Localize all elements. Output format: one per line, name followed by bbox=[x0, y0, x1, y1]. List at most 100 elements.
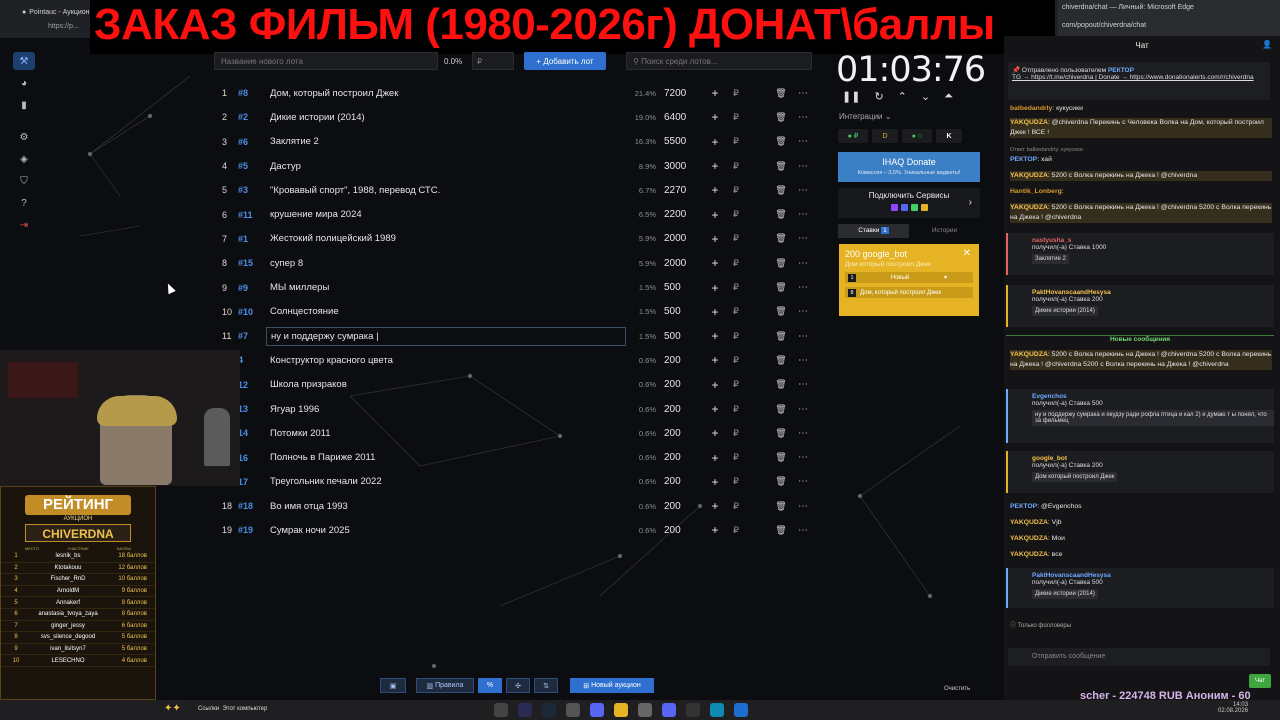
lot-name[interactable]: Школа призраков bbox=[270, 379, 626, 390]
lot-amount[interactable]: 500 bbox=[656, 306, 696, 317]
computer-label[interactable]: Этот компьютер bbox=[222, 706, 267, 712]
delete-icon[interactable]: 🗑 bbox=[770, 404, 792, 415]
lot-row[interactable]: 12 Школа призраков 0.6% 200 + ₽ 🗑 ⋯ bbox=[214, 373, 826, 397]
ruble-icon[interactable]: ₽ bbox=[726, 501, 746, 512]
lot-name[interactable]: крушение мира 2024 bbox=[270, 209, 626, 220]
lot-name[interactable]: Треугольник печали 2022 bbox=[270, 476, 626, 487]
more-icon[interactable]: ⋯ bbox=[792, 404, 814, 415]
ruble-icon[interactable]: ₽ bbox=[726, 306, 746, 317]
delete-icon[interactable]: 🗑 bbox=[770, 185, 792, 196]
chat-user[interactable]: YAKQUDZA bbox=[1010, 535, 1048, 542]
add-amount-icon[interactable]: + bbox=[704, 135, 726, 149]
lot-name[interactable]: Дом, который построил Джек bbox=[270, 88, 626, 99]
lot-name[interactable]: Во имя отца 1993 bbox=[270, 501, 626, 512]
wheel-icon[interactable]: ◕ bbox=[13, 74, 35, 92]
lot-name[interactable]: Потомки 2011 bbox=[270, 428, 626, 439]
ruble-icon[interactable]: ₽ bbox=[726, 331, 746, 342]
lot-name[interactable]: Дикие истории (2014) bbox=[270, 112, 626, 123]
new-lot-amount-input[interactable]: ₽ bbox=[472, 52, 514, 70]
chat-user[interactable]: YAKQUDZA bbox=[1010, 204, 1048, 211]
more-icon[interactable]: ⋯ bbox=[792, 525, 814, 536]
taskbar-clock[interactable]: 14:03 02.08.2026 bbox=[1218, 702, 1248, 714]
delete-icon[interactable]: 🗑 bbox=[770, 233, 792, 244]
lot-amount[interactable]: 5500 bbox=[656, 136, 696, 147]
task-view-icon[interactable] bbox=[494, 703, 508, 717]
chat-user[interactable]: balbedandrly bbox=[1010, 105, 1052, 112]
add-amount-icon[interactable]: + bbox=[704, 159, 726, 173]
add-amount-icon[interactable]: + bbox=[704, 208, 726, 222]
add-amount-icon[interactable]: + bbox=[704, 499, 726, 513]
ruble-icon[interactable]: ₽ bbox=[726, 525, 746, 536]
lot-name[interactable]: Жестокий полицейский 1989 bbox=[270, 233, 626, 244]
lot-row[interactable]: 7 #1 Жестокий полицейский 1989 5.9% 2000 + ₽ 🗑 ⋯ bbox=[214, 227, 826, 251]
chat-user[interactable]: YAKQUDZA bbox=[1010, 551, 1048, 558]
auction-icon[interactable]: ⚒ bbox=[13, 52, 35, 70]
lot-amount[interactable]: 200 bbox=[656, 501, 696, 512]
obs-icon[interactable] bbox=[686, 703, 700, 717]
ruble-icon[interactable]: ₽ bbox=[726, 233, 746, 244]
event-user[interactable]: Evgenchos bbox=[1032, 393, 1067, 400]
clear-button[interactable]: Очистить bbox=[944, 686, 970, 692]
lot-row[interactable]: 4 Конструктор красного цвета 0.6% 200 + ₽ 🗑 ⋯ bbox=[214, 348, 826, 372]
lot-row[interactable]: 1 #8 Дом, который построил Джек 21.4% 7200 + ₽… bbox=[214, 81, 826, 105]
lot-row[interactable]: 18 #18 Во имя отца 1993 0.6% 200 + ₽ 🗑 ⋯ bbox=[214, 494, 826, 518]
more-icon[interactable]: ⋯ bbox=[792, 209, 814, 220]
tab-history[interactable]: Истории bbox=[909, 224, 980, 238]
connect-services-button[interactable]: Подключить Сервисы › bbox=[838, 188, 980, 218]
more-icon[interactable]: ⋯ bbox=[792, 136, 814, 147]
add-amount-icon[interactable]: + bbox=[704, 183, 726, 197]
chat-user[interactable]: Hantik_Lonberg bbox=[1010, 188, 1062, 195]
lot-name[interactable]: Конструктор красного цвета bbox=[270, 355, 626, 366]
percent-icon[interactable]: % bbox=[478, 678, 502, 693]
lot-amount[interactable]: 200 bbox=[656, 404, 696, 415]
lot-search-input[interactable]: ⚲ Поиск среди лотов... bbox=[626, 52, 812, 70]
add-amount-icon[interactable]: + bbox=[704, 475, 726, 489]
more-icon[interactable]: ⋯ bbox=[792, 185, 814, 196]
new-lot-name-input[interactable]: Название нового лота bbox=[214, 52, 438, 70]
edge-dev-icon[interactable] bbox=[734, 703, 748, 717]
add-amount-icon[interactable]: + bbox=[704, 110, 726, 124]
lot-amount[interactable]: 500 bbox=[656, 282, 696, 293]
add-amount-icon[interactable]: + bbox=[704, 86, 726, 100]
streamelements-toggle[interactable]: ● ○ bbox=[902, 129, 932, 143]
sort-icon[interactable]: ⇅ bbox=[534, 678, 558, 693]
lot-row[interactable]: 13 Ягуар 1996 0.6% 200 + ₽ 🗑 ⋯ bbox=[214, 397, 826, 421]
delete-icon[interactable]: 🗑 bbox=[770, 161, 792, 172]
more-icon[interactable]: ⋯ bbox=[792, 428, 814, 439]
lot-row[interactable]: 14 Потомки 2011 0.6% 200 + ₽ 🗑 ⋯ bbox=[214, 421, 826, 445]
links-label[interactable]: Ссылки bbox=[198, 706, 219, 712]
add-amount-icon[interactable]: + bbox=[704, 256, 726, 270]
lot-amount[interactable]: 3000 bbox=[656, 161, 696, 172]
delete-icon[interactable]: 🗑 bbox=[770, 476, 792, 487]
bet-card[interactable]: 200 google_bot Дом который построил Джек… bbox=[839, 244, 979, 316]
pause-icon[interactable]: ❚❚ bbox=[842, 90, 860, 106]
delete-icon[interactable]: 🗑 bbox=[770, 331, 792, 342]
pinned-text[interactable]: TG → https://t.me/chiverdna | Donate → h… bbox=[1012, 74, 1254, 81]
more-icon[interactable]: ⋯ bbox=[792, 306, 814, 317]
lot-row[interactable]: 19 #19 Сумрак ночи 2025 0.6% 200 + ₽ 🗑 ⋯ bbox=[214, 518, 826, 542]
users-icon[interactable]: 👤 bbox=[1262, 40, 1272, 49]
lot-row[interactable]: 11 #7 ну и поддержу сумрака | 1.5% 500 + ₽ 🗑 ⋯ bbox=[214, 324, 826, 348]
delete-icon[interactable]: 🗑 bbox=[770, 306, 792, 317]
event-user[interactable]: PaktHovanscaandHesysa bbox=[1032, 572, 1111, 579]
lot-name[interactable]: Ягуар 1996 bbox=[270, 404, 626, 415]
lot-amount[interactable]: 200 bbox=[656, 355, 696, 366]
ruble-icon[interactable]: ₽ bbox=[726, 136, 746, 147]
stats-icon[interactable]: ▮ bbox=[13, 96, 35, 114]
rules-button[interactable]: ▥ Правила bbox=[416, 678, 474, 693]
ruble-icon[interactable]: ₽ bbox=[726, 185, 746, 196]
more-icon[interactable]: ⋯ bbox=[792, 161, 814, 172]
lot-amount[interactable]: 2000 bbox=[656, 258, 696, 269]
more-icon[interactable]: ⋯ bbox=[792, 476, 814, 487]
add-amount-icon[interactable]: + bbox=[704, 305, 726, 319]
add-amount-icon[interactable]: + bbox=[704, 426, 726, 440]
lot-row[interactable]: 9 #9 МЫ миллеры 1.5% 500 + ₽ 🗑 ⋯ bbox=[214, 275, 826, 299]
lot-row[interactable]: 17 Треугольник печали 2022 0.6% 200 + ₽ 🗑 ⋯ bbox=[214, 470, 826, 494]
bet-option-new[interactable]: 1 Новый ▾ bbox=[845, 272, 973, 283]
ruble-icon[interactable]: ₽ bbox=[726, 355, 746, 366]
add-amount-icon[interactable]: + bbox=[704, 232, 726, 246]
lot-name[interactable]: "Кровавый спорт", 1988, перевод СТС. bbox=[270, 185, 626, 196]
lot-name[interactable]: Полночь в Париже 2011 bbox=[270, 452, 626, 463]
chat-user[interactable]: YAKQUDZA bbox=[1010, 172, 1048, 179]
delete-icon[interactable]: 🗑 bbox=[770, 112, 792, 123]
